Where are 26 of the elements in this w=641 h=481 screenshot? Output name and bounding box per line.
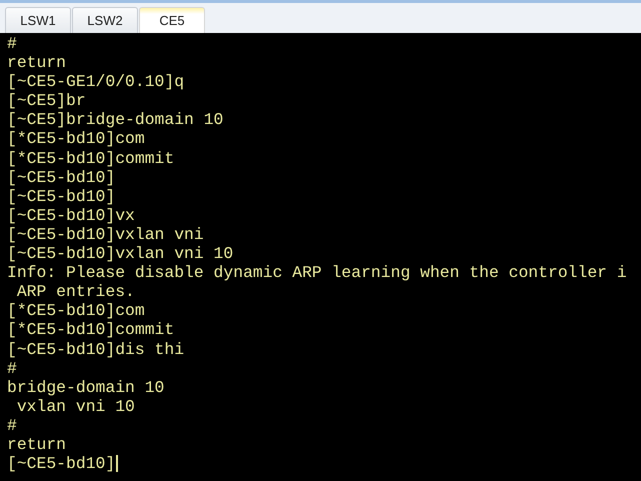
terminal-line: [~CE5-bd10]	[7, 186, 116, 206]
terminal-line: [*CE5-bd10]com	[7, 129, 145, 149]
terminal-line: [~CE5-GE1/0/0.10]q	[7, 72, 184, 92]
tab[interactable]: CE5	[139, 7, 205, 33]
terminal-line: [~CE5-bd10]vxlan vni	[7, 224, 204, 244]
terminal-line: [~CE5]br	[7, 91, 86, 110]
terminal-line: vxlan vni 10	[16, 396, 135, 416]
terminal-line: [~CE5]bridge-domain 10	[7, 110, 224, 130]
terminal-line: [*CE5-bd10]commit	[7, 148, 174, 168]
terminal-line: [~CE5-bd10]dis thi	[7, 340, 184, 359]
terminal-line: bridge-domain 10	[7, 378, 164, 397]
terminal-line: return	[7, 434, 66, 454]
terminal-line: [*CE5-bd10]commit	[7, 320, 174, 340]
terminal-line: [~CE5-bd10]vx	[7, 206, 135, 225]
terminal-line: [*CE5-bd10]com	[7, 301, 145, 320]
terminal-line: #	[7, 358, 17, 378]
terminal-line: return	[7, 53, 66, 72]
terminal-line: ARP entries.	[16, 282, 135, 302]
terminal-line: Info: Please disable dynamic ARP learning when the controller i	[7, 263, 627, 282]
terminal-line: #	[7, 34, 17, 54]
terminal-line: [~CE5-bd10]vxlan vni 10	[7, 244, 234, 264]
tab[interactable]: LSW1	[5, 7, 71, 33]
tab[interactable]: LSW2	[72, 7, 138, 33]
terminal-line: [~CE5-bd10]	[7, 168, 116, 187]
terminal-line: [~CE5-bd10]	[7, 454, 116, 474]
terminal-line: #	[7, 416, 17, 435]
